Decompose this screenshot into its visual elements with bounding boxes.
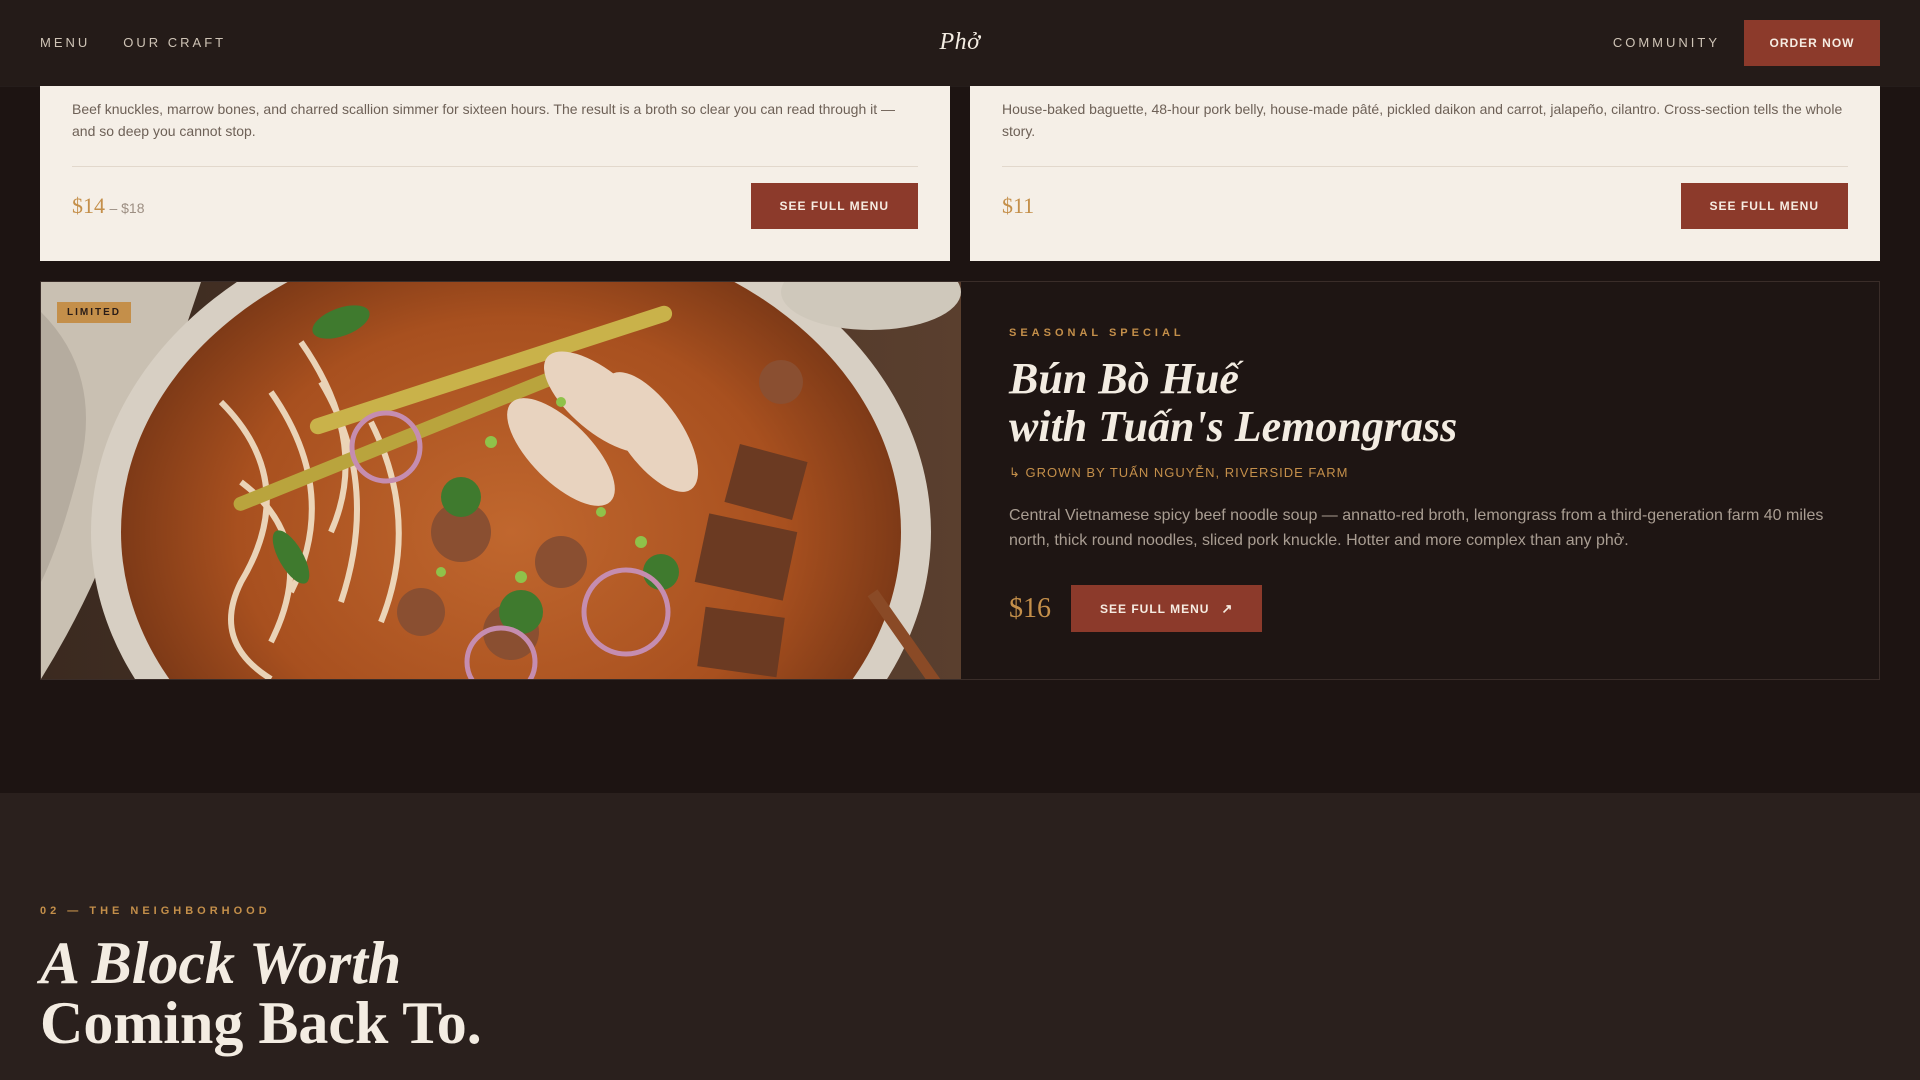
- seasonal-title-line2: with Tuấn's Lemongrass: [1009, 402, 1458, 451]
- card-footer: $11 SEE FULL MENU: [1002, 167, 1848, 245]
- seasonal-content: SEASONAL SPECIAL Bún Bò Huế with Tuấn's …: [961, 282, 1879, 679]
- seasonal-title-line1: Bún Bò Huế: [1009, 354, 1239, 403]
- card-price: $11: [1002, 193, 1035, 218]
- neighborhood-title-line2: Coming Back To.: [40, 990, 482, 1056]
- nav-left: MENU OUR CRAFT: [40, 35, 259, 50]
- limited-badge: LIMITED: [57, 302, 131, 323]
- seasonal-description: Central Vietnamese spicy beef noodle sou…: [1009, 507, 1824, 549]
- see-full-menu-label: SEE FULL MENU: [1100, 601, 1210, 616]
- see-full-menu-button[interactable]: SEE FULL MENU: [750, 183, 918, 229]
- bun-bo-hue-photo: LIMITED: [41, 282, 961, 679]
- card-footer: $14 – $18 SEE FULL MENU: [72, 167, 918, 245]
- nav-link-community[interactable]: COMMUNITY: [1613, 35, 1720, 50]
- seasonal-title: Bún Bò Huế with Tuấn's Lemongrass: [1009, 355, 1831, 451]
- card-description: House-baked baguette, 48-hour pork belly…: [1002, 101, 1843, 139]
- see-full-menu-button[interactable]: SEE FULL MENU ↗: [1071, 585, 1263, 632]
- card-description: Beef knuckles, marrow bones, and charred…: [72, 101, 896, 139]
- site-logo[interactable]: Phở: [940, 29, 981, 56]
- nav-link-our-craft[interactable]: OUR CRAFT: [123, 35, 226, 50]
- neighborhood-section: 02 — THE NEIGHBORHOOD A Block Worth Comi…: [0, 793, 1920, 1080]
- grown-by-credit: ↳ GROWN BY TUẤN NGUYỄN, RIVERSIDE FARM: [1009, 465, 1349, 480]
- seasonal-special-card: LIMITED SEASONAL SPECIAL Bún Bò Huế with…: [40, 281, 1880, 680]
- card-price: $14: [72, 193, 105, 218]
- seasonal-eyebrow: SEASONAL SPECIAL: [1009, 327, 1185, 339]
- seasonal-price: $16: [1009, 592, 1051, 624]
- menu-card-banh-mi: House-baked baguette, 48-hour pork belly…: [970, 86, 1880, 261]
- top-nav: MENU OUR CRAFT Phở COMMUNITY ORDER NOW: [0, 0, 1920, 86]
- see-full-menu-button[interactable]: SEE FULL MENU: [1680, 183, 1848, 229]
- menu-card-pho: Beef knuckles, marrow bones, and charred…: [40, 86, 950, 261]
- soup-bowl-illustration: [41, 282, 961, 679]
- arrow-up-right-icon: ↗: [1221, 600, 1234, 616]
- card-price-range: – $18: [109, 200, 145, 216]
- neighborhood-title: A Block Worth Coming Back To.: [40, 933, 1880, 1053]
- neighborhood-eyebrow: 02 — THE NEIGHBORHOOD: [40, 905, 271, 917]
- order-now-button[interactable]: ORDER NOW: [1744, 19, 1880, 66]
- nav-right: COMMUNITY ORDER NOW: [1613, 19, 1880, 66]
- nav-link-menu[interactable]: MENU: [40, 35, 90, 50]
- neighborhood-title-line1: A Block Worth: [40, 930, 402, 996]
- card-price-group: $14 – $18: [72, 193, 145, 219]
- seasonal-footer: $16 SEE FULL MENU ↗: [1009, 585, 1831, 632]
